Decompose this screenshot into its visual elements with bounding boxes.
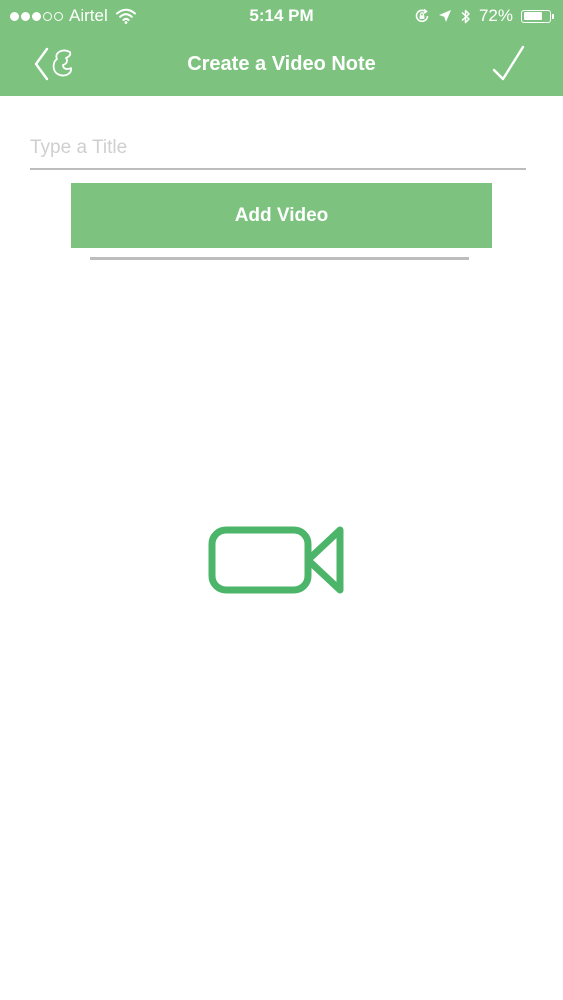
battery-fill [523,12,542,20]
orientation-lock-icon [415,8,429,23]
battery-icon [521,9,554,23]
screen: Airtel 5:14 PM 72% Create a Video Note T… [0,0,563,1000]
title-input[interactable] [30,128,526,170]
location-arrow-icon [438,10,451,22]
battery-percent: 72% [478,6,513,25]
video-camera-icon[interactable] [208,524,344,596]
add-video-button[interactable]: Add Video [71,183,492,248]
bluetooth-icon [461,9,470,23]
page-title: Create a Video Note [187,53,376,75]
header: Airtel 5:14 PM 72% Create a Video Note [0,0,563,96]
checkmark-icon [492,45,525,81]
status-bar: Airtel 5:14 PM 72% [0,0,563,32]
status-right: 72% [414,6,554,26]
done-button[interactable] [491,44,527,84]
nav-bar: Create a Video Note [0,32,563,96]
divider [90,257,469,260]
